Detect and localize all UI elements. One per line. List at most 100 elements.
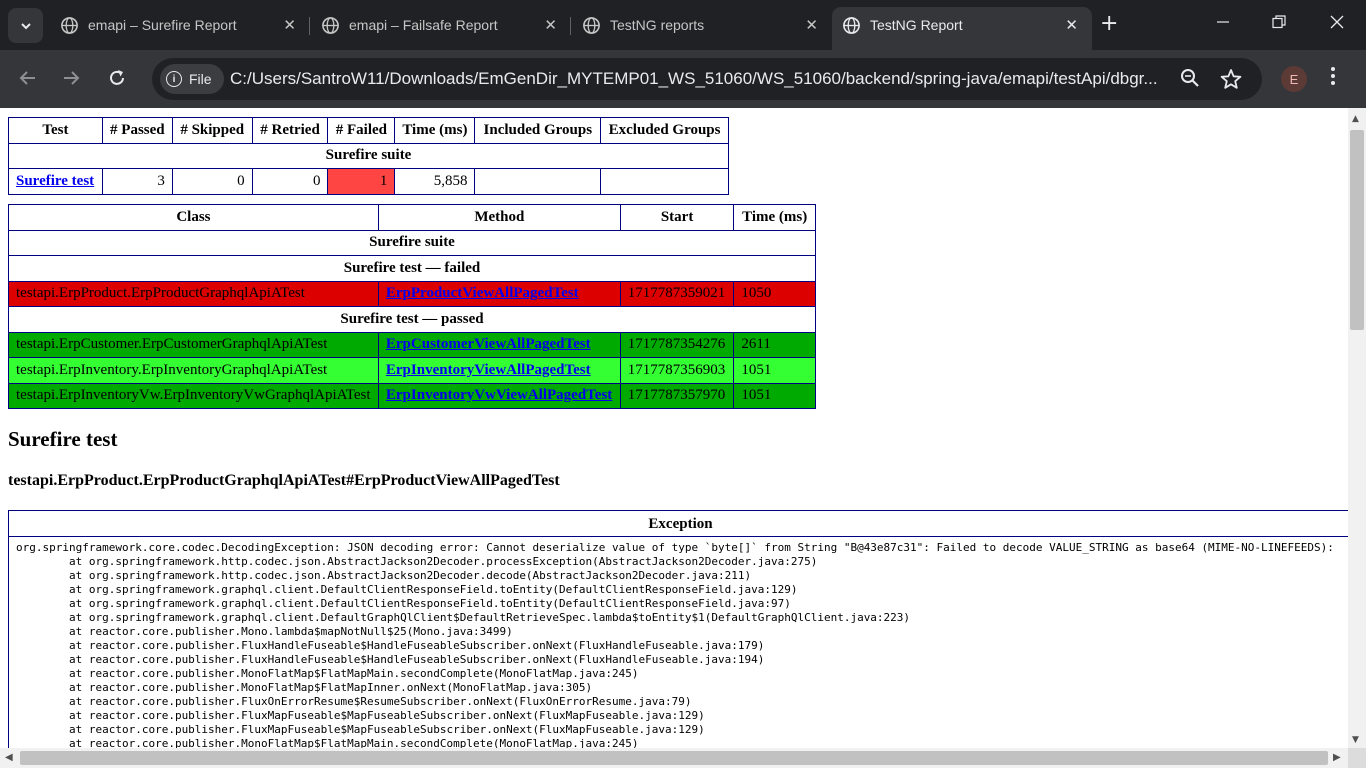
close-icon bbox=[1330, 15, 1344, 29]
arrow-left-icon bbox=[19, 71, 35, 85]
stacktrace-line: at org.springframework.http.codec.json.A… bbox=[16, 555, 818, 568]
summary-header-row: Test # Passed # Skipped # Retried # Fail… bbox=[8, 117, 729, 144]
class-cell: testapi.ErpCustomer.ErpCustomerGraphqlAp… bbox=[8, 331, 379, 358]
stacktrace-line: at reactor.core.publisher.FluxHandleFuse… bbox=[16, 639, 765, 652]
exception-header: Exception bbox=[9, 511, 1348, 537]
bookmark-button[interactable] bbox=[1220, 68, 1242, 94]
method-link[interactable]: ErpProductViewAllPagedTest bbox=[386, 285, 579, 301]
method-cell: ErpInventoryViewAllPagedTest bbox=[377, 357, 621, 384]
suite-name: Surefire suite bbox=[8, 142, 729, 169]
avatar[interactable]: E bbox=[1281, 66, 1307, 92]
method-link[interactable]: ErpInventoryViewAllPagedTest bbox=[386, 362, 591, 378]
stacktrace[interactable]: org.springframework.core.codec.DecodingE… bbox=[9, 537, 1348, 748]
tab-title: emapi – Failsafe Report bbox=[349, 17, 498, 33]
column-header: # Retried bbox=[251, 117, 329, 144]
chevron-down-icon bbox=[20, 22, 31, 29]
method-link[interactable]: ErpInventoryVwViewAllPagedTest bbox=[386, 387, 612, 403]
exception-panel: Exception org.springframework.core.codec… bbox=[8, 510, 1348, 748]
close-icon[interactable]: ✕ bbox=[283, 16, 296, 34]
address-bar[interactable]: i File C:/Users/SantroW11/Downloads/EmGe… bbox=[152, 58, 1262, 100]
method-link[interactable]: ErpCustomerViewAllPagedTest bbox=[386, 336, 591, 352]
scroll-left-icon[interactable]: ◀ bbox=[5, 752, 13, 763]
stacktrace-line: at reactor.core.publisher.MonoFlatMap$Fl… bbox=[16, 737, 639, 748]
stacktrace-line: at org.springframework.graphql.client.De… bbox=[16, 583, 798, 596]
globe-icon bbox=[322, 17, 339, 34]
scroll-up-icon[interactable]: ▲ bbox=[1352, 114, 1359, 124]
failed-section-row: Surefire test — failed bbox=[8, 255, 816, 282]
star-icon bbox=[1220, 69, 1242, 89]
site-info-chip[interactable]: i File bbox=[160, 64, 224, 94]
method-cell: ErpInventoryVwViewAllPagedTest bbox=[377, 382, 621, 409]
failed-count: 1 bbox=[327, 168, 396, 195]
test-cell: Surefire test bbox=[8, 168, 103, 195]
column-header: Method bbox=[377, 204, 621, 231]
table-row: testapi.ErpInventoryVw.ErpInventoryVwGra… bbox=[8, 382, 816, 409]
time-cell: 1050 bbox=[733, 280, 816, 307]
zoom-button[interactable] bbox=[1180, 68, 1200, 92]
table-row: Surefire test 3 0 0 1 5,858 bbox=[8, 168, 729, 195]
stacktrace-line: at reactor.core.publisher.FluxHandleFuse… bbox=[16, 653, 765, 666]
stacktrace-line: at org.springframework.http.codec.json.A… bbox=[16, 569, 752, 582]
vertical-scroll-thumb[interactable] bbox=[1350, 130, 1364, 330]
column-header: Time (ms) bbox=[733, 204, 816, 231]
stacktrace-line: org.springframework.core.codec.DecodingE… bbox=[16, 541, 1334, 554]
summary-table: Test # Passed # Skipped # Retried # Fail… bbox=[8, 117, 729, 195]
surefire-test-link[interactable]: Surefire test bbox=[16, 173, 94, 189]
column-header: Start bbox=[619, 204, 735, 231]
methods-header-row: Class Method Start Time (ms) bbox=[8, 204, 816, 231]
stacktrace-line: at reactor.core.publisher.FluxMapFuseabl… bbox=[16, 709, 705, 722]
back-button[interactable] bbox=[18, 68, 38, 91]
tab-separator bbox=[309, 17, 310, 35]
class-cell: testapi.ErpProduct.ErpProductGraphqlApiA… bbox=[8, 280, 379, 307]
table-row: testapi.ErpCustomer.ErpCustomerGraphqlAp… bbox=[8, 331, 816, 358]
stacktrace-line: at reactor.core.publisher.FluxMapFuseabl… bbox=[16, 723, 705, 736]
tab-failsafe-report[interactable]: emapi – Failsafe Report ✕ bbox=[311, 7, 571, 43]
globe-icon bbox=[61, 17, 78, 34]
new-tab-button[interactable]: + bbox=[1100, 13, 1118, 35]
tab-title: TestNG Report bbox=[870, 17, 963, 33]
vertical-scrollbar[interactable]: ▲ ▼ bbox=[1348, 108, 1366, 748]
restore-button[interactable] bbox=[1272, 14, 1286, 33]
tab-title: TestNG reports bbox=[610, 17, 705, 33]
reload-icon bbox=[110, 70, 124, 85]
horizontal-scroll-thumb[interactable] bbox=[20, 751, 1328, 765]
start-cell: 1717787357970 bbox=[619, 382, 735, 409]
table-row: testapi.ErpInventory.ErpInventoryGraphql… bbox=[8, 357, 816, 384]
scrollbar-corner bbox=[1348, 748, 1366, 768]
close-icon[interactable]: ✕ bbox=[544, 16, 557, 34]
column-header: Included Groups bbox=[474, 117, 602, 144]
close-window-button[interactable] bbox=[1330, 14, 1344, 33]
start-cell: 1717787359021 bbox=[619, 280, 735, 307]
close-icon[interactable]: ✕ bbox=[805, 16, 818, 34]
column-header: # Passed bbox=[101, 117, 173, 144]
browser-toolbar: i File C:/Users/SantroW11/Downloads/EmGe… bbox=[0, 50, 1366, 108]
column-header: # Skipped bbox=[171, 117, 253, 144]
minimize-button[interactable] bbox=[1216, 14, 1230, 33]
time-cell: 1051 bbox=[733, 357, 816, 384]
scroll-right-icon[interactable]: ▶ bbox=[1333, 752, 1341, 763]
time-value: 5,858 bbox=[394, 168, 476, 195]
tab-strip: emapi – Surefire Report ✕ emapi – Failsa… bbox=[0, 0, 1366, 50]
search-tabs-button[interactable] bbox=[8, 8, 43, 43]
suite-name: Surefire suite bbox=[8, 229, 816, 256]
reload-button[interactable] bbox=[107, 68, 127, 91]
stacktrace-line: at reactor.core.publisher.MonoFlatMap$Fl… bbox=[16, 667, 639, 680]
stacktrace-line: at reactor.core.publisher.FluxOnErrorRes… bbox=[16, 695, 692, 708]
column-header: # Failed bbox=[327, 117, 396, 144]
tab-testng-report[interactable]: TestNG Report ✕ bbox=[832, 7, 1092, 50]
tab-surefire-report[interactable]: emapi – Surefire Report ✕ bbox=[50, 7, 310, 43]
menu-button[interactable] bbox=[1330, 66, 1336, 89]
scroll-down-icon[interactable]: ▼ bbox=[1352, 735, 1359, 745]
minimize-icon bbox=[1217, 21, 1229, 23]
tab-testng-reports[interactable]: TestNG reports ✕ bbox=[572, 7, 832, 43]
stacktrace-line: at org.springframework.graphql.client.De… bbox=[16, 597, 791, 610]
horizontal-scrollbar[interactable]: ◀ ▶ bbox=[0, 748, 1348, 768]
stacktrace-line: at reactor.core.publisher.Mono.lambda$ma… bbox=[16, 625, 513, 638]
url-text[interactable]: C:/Users/SantroW11/Downloads/EmGenDir_MY… bbox=[230, 69, 1180, 89]
close-icon[interactable]: ✕ bbox=[1065, 16, 1078, 34]
forward-button[interactable] bbox=[61, 68, 81, 91]
tab-separator bbox=[570, 17, 571, 35]
class-cell: testapi.ErpInventory.ErpInventoryGraphql… bbox=[8, 357, 379, 384]
suite-row: Surefire suite bbox=[8, 142, 729, 169]
globe-icon bbox=[843, 17, 860, 34]
